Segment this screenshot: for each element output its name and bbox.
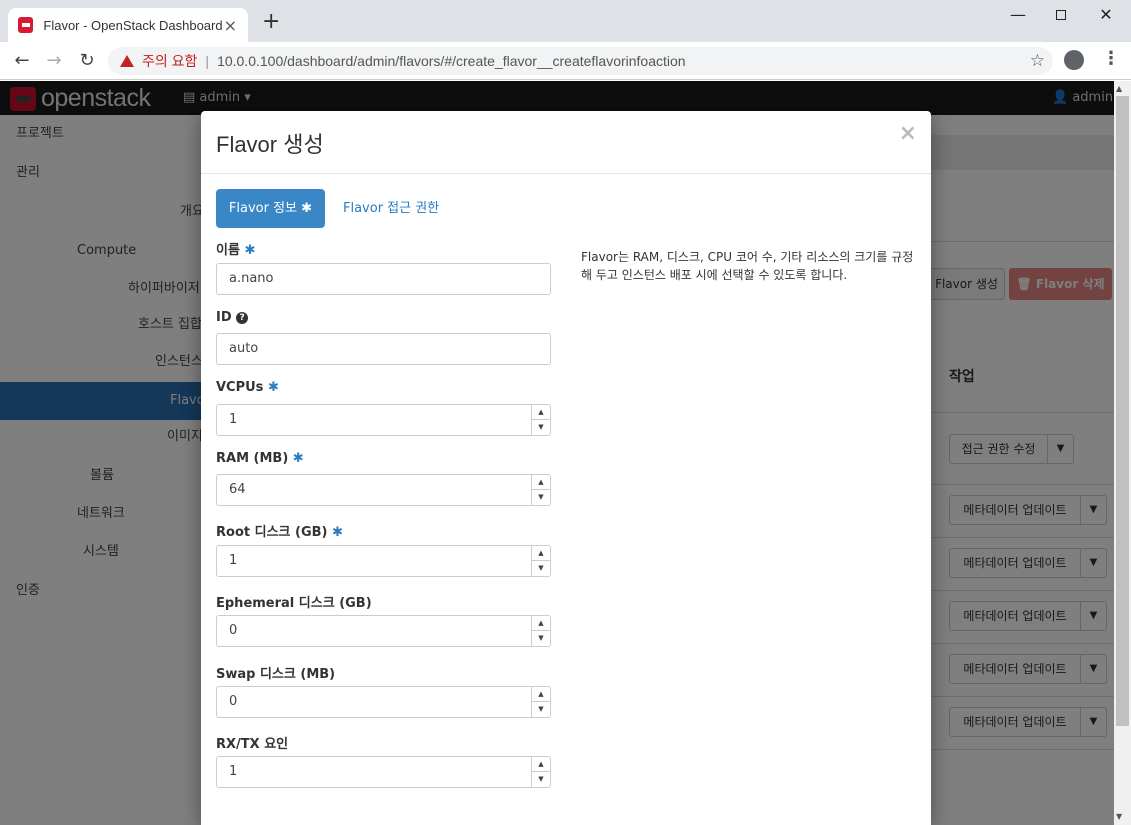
swap-disk-input[interactable]: 0 ▲ ▼ (216, 686, 551, 718)
tab-flavor-access[interactable]: Flavor 접근 권한 (343, 189, 439, 228)
rxtx-factor-value: 1 (229, 764, 238, 779)
required-asterisk-icon: ✱ (267, 380, 279, 395)
name-label-text: 이름 (216, 243, 240, 258)
window-maximize-button[interactable] (1038, 4, 1084, 26)
maximize-icon (1056, 10, 1066, 20)
browser-titlebar: Flavor - OpenStack Dashboard × + — ✕ (0, 0, 1131, 42)
swap-disk-label: Swap 디스크 (MB) (216, 667, 336, 682)
ram-input[interactable]: 64 ▲ ▼ (216, 474, 551, 506)
swap-disk-stepper: ▲ ▼ (531, 687, 550, 717)
browser-menu-icon[interactable]: ⋮ (1102, 48, 1120, 69)
help-question-icon[interactable]: ? (236, 311, 249, 324)
scroll-down-arrow-icon[interactable]: ▼ (1116, 812, 1122, 821)
swap-disk-value: 0 (229, 694, 238, 709)
vcpus-input[interactable]: 1 ▲ ▼ (216, 404, 551, 436)
ephemeral-disk-label: Ephemeral 디스크 (GB) (216, 596, 372, 611)
id-label: ID ? (216, 310, 249, 325)
stepper-down-icon[interactable]: ▼ (532, 420, 550, 435)
root-disk-label: Root 디스크 (GB) ✱ (216, 521, 343, 540)
rxtx-factor-label: RX/TX 요인 (216, 737, 289, 752)
scrollbar-thumb[interactable] (1116, 96, 1129, 726)
profile-avatar-icon[interactable] (1064, 50, 1084, 70)
ram-value: 64 (229, 482, 246, 497)
tab-flavor-info[interactable]: Flavor 정보 ✱ (216, 189, 325, 228)
rxtx-factor-input[interactable]: 1 ▲ ▼ (216, 756, 551, 788)
address-separator: | (205, 53, 210, 69)
stepper-down-icon[interactable]: ▼ (532, 772, 550, 787)
name-input[interactable]: a.nano (216, 263, 551, 295)
stepper-up-icon[interactable]: ▲ (532, 475, 550, 490)
bookmark-star-icon[interactable]: ☆ (1030, 51, 1045, 71)
forward-arrow-icon[interactable]: → (42, 50, 66, 72)
stepper-up-icon[interactable]: ▲ (532, 405, 550, 420)
tab-flavor-info-label: Flavor 정보 (228, 201, 298, 216)
ephemeral-disk-value: 0 (229, 623, 238, 638)
stepper-up-icon[interactable]: ▲ (532, 757, 550, 772)
stepper-down-icon[interactable]: ▼ (532, 490, 550, 505)
root-disk-value: 1 (229, 553, 238, 568)
address-bar[interactable]: 주의 요함 | 10.0.0.100/dashboard/admin/flavo… (108, 47, 1053, 75)
tab-close-icon[interactable]: × (223, 16, 238, 35)
window-close-button[interactable]: ✕ (1083, 4, 1129, 26)
root-disk-input[interactable]: 1 ▲ ▼ (216, 545, 551, 577)
create-flavor-modal: Flavor 생성 × Flavor 정보 ✱ Flavor 접근 권한 이름 … (201, 111, 931, 825)
url-text[interactable]: 10.0.0.100/dashboard/admin/flavors/#/cre… (217, 53, 686, 69)
ephemeral-disk-stepper: ▲ ▼ (531, 616, 550, 646)
id-input[interactable]: auto (216, 333, 551, 365)
required-asterisk-icon: ✱ (292, 451, 304, 466)
modal-close-icon[interactable]: × (899, 121, 917, 146)
stepper-up-icon[interactable]: ▲ (532, 616, 550, 631)
ram-label: RAM (MB) ✱ (216, 451, 304, 466)
modal-title: Flavor 생성 (216, 132, 324, 157)
modal-header: Flavor 생성 × (201, 111, 931, 174)
window-minimize-button[interactable]: — (995, 4, 1041, 26)
vcpus-label: VCPUs ✱ (216, 380, 279, 395)
new-tab-button[interactable]: + (262, 11, 280, 33)
openstack-favicon-icon (18, 17, 34, 33)
required-asterisk-icon: ✱ (244, 243, 256, 258)
reload-icon[interactable]: ↻ (75, 50, 99, 72)
stepper-up-icon[interactable]: ▲ (532, 687, 550, 702)
back-arrow-icon[interactable]: ← (10, 50, 34, 72)
scroll-up-arrow-icon[interactable]: ▲ (1116, 84, 1122, 93)
ram-stepper: ▲ ▼ (531, 475, 550, 505)
stepper-down-icon[interactable]: ▼ (532, 702, 550, 717)
required-asterisk-icon: ✱ (301, 201, 313, 216)
vcpus-label-text: VCPUs (216, 380, 264, 395)
stepper-down-icon[interactable]: ▼ (532, 631, 550, 646)
name-label: 이름 ✱ (216, 239, 255, 258)
root-disk-label-text: Root 디스크 (GB) (216, 525, 328, 540)
required-asterisk-icon: ✱ (332, 525, 343, 540)
flavor-help-text: Flavor는 RAM, 디스크, CPU 코어 수, 기타 리소스의 크기를 … (581, 250, 914, 282)
stepper-up-icon[interactable]: ▲ (532, 546, 550, 561)
warning-icon (120, 55, 134, 67)
browser-tab[interactable]: Flavor - OpenStack Dashboard × (8, 8, 248, 42)
root-disk-stepper: ▲ ▼ (531, 546, 550, 576)
vcpus-stepper: ▲ ▼ (531, 405, 550, 435)
id-label-text: ID (216, 310, 232, 325)
rxtx-factor-stepper: ▲ ▼ (531, 757, 550, 787)
security-warning[interactable]: 주의 요함 (142, 51, 197, 71)
ephemeral-disk-input[interactable]: 0 ▲ ▼ (216, 615, 551, 647)
tab-title: Flavor - OpenStack Dashboard (43, 17, 223, 33)
browser-toolbar: ← → ↻ 주의 요함 | 10.0.0.100/dashboard/admin… (0, 42, 1131, 80)
vcpus-value: 1 (229, 412, 238, 427)
stepper-down-icon[interactable]: ▼ (532, 561, 550, 576)
ram-label-text: RAM (MB) (216, 451, 289, 466)
